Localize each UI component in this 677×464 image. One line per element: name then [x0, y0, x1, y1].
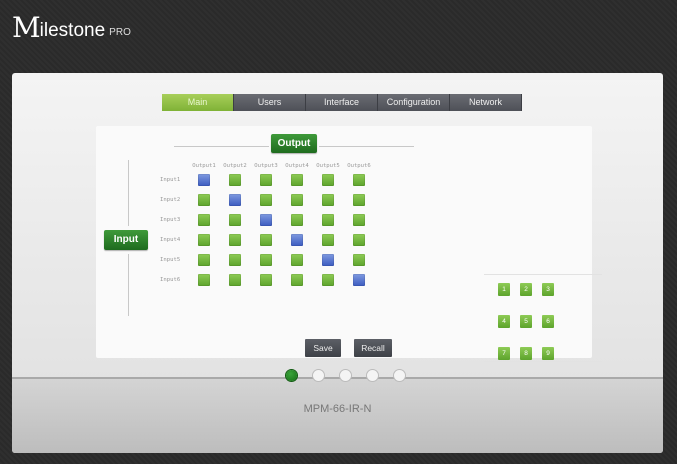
route-cell[interactable] — [198, 214, 210, 226]
divider — [128, 254, 129, 316]
output-column-label: Output3 — [254, 163, 278, 169]
input-row-label: Input6 — [160, 277, 181, 283]
route-cell[interactable] — [291, 194, 303, 206]
page-dot[interactable] — [313, 370, 324, 381]
preset-button[interactable]: 8 — [520, 347, 532, 360]
page-dot[interactable] — [367, 370, 378, 381]
tab-users[interactable]: Users — [234, 94, 306, 111]
preset-grid: 123 456 789 — [484, 274, 602, 362]
route-cell[interactable] — [198, 254, 210, 266]
route-cell[interactable] — [291, 214, 303, 226]
model-name: MPM-66-IR-N — [303, 403, 372, 415]
route-cell[interactable] — [260, 274, 272, 286]
route-cell[interactable] — [260, 254, 272, 266]
route-cell[interactable] — [322, 234, 334, 246]
input-row-label: Input1 — [160, 177, 181, 183]
input-row-label: Input5 — [160, 257, 181, 263]
preset-button[interactable]: 6 — [542, 315, 554, 328]
route-cell[interactable] — [229, 194, 241, 206]
preset-button[interactable]: 7 — [498, 347, 510, 360]
logo-suffix: PRO — [109, 27, 131, 38]
route-cell[interactable] — [291, 234, 303, 246]
route-cell[interactable] — [260, 194, 272, 206]
route-cell[interactable] — [353, 254, 365, 266]
page-dot[interactable] — [394, 370, 405, 381]
route-cell[interactable] — [229, 174, 241, 186]
input-button[interactable]: Input — [104, 230, 148, 250]
output-column-label: Output4 — [285, 163, 309, 169]
route-cell[interactable] — [260, 234, 272, 246]
input-row-label: Input2 — [160, 197, 181, 203]
route-cell[interactable] — [291, 254, 303, 266]
preset-button[interactable]: 4 — [498, 315, 510, 328]
route-cell[interactable] — [353, 234, 365, 246]
input-row-label: Input4 — [160, 237, 181, 243]
divider — [128, 160, 129, 226]
tab-main[interactable]: Main — [162, 94, 234, 111]
route-cell[interactable] — [229, 254, 241, 266]
route-cell[interactable] — [322, 274, 334, 286]
recall-button[interactable]: Recall — [354, 339, 392, 357]
route-cell[interactable] — [229, 274, 241, 286]
nav-tabs: Main Users Interface Configuration Netwo… — [162, 94, 522, 111]
route-cell[interactable] — [229, 214, 241, 226]
preset-button[interactable]: 9 — [542, 347, 554, 360]
output-button[interactable]: Output — [271, 134, 317, 153]
route-cell[interactable] — [229, 234, 241, 246]
tab-network[interactable]: Network — [450, 94, 522, 111]
main-panel: Main Users Interface Configuration Netwo… — [12, 73, 663, 453]
route-cell[interactable] — [198, 274, 210, 286]
route-cell[interactable] — [291, 174, 303, 186]
tab-interface[interactable]: Interface — [306, 94, 378, 111]
footer-panel — [12, 379, 663, 453]
divider — [174, 146, 269, 147]
route-cell[interactable] — [322, 194, 334, 206]
route-cell[interactable] — [353, 174, 365, 186]
route-cell[interactable] — [198, 234, 210, 246]
route-cell[interactable] — [353, 274, 365, 286]
page-dot[interactable] — [286, 370, 297, 381]
output-column-label: Output6 — [347, 163, 371, 169]
output-column-label: Output5 — [316, 163, 340, 169]
tab-configuration[interactable]: Configuration — [378, 94, 450, 111]
route-cell[interactable] — [291, 274, 303, 286]
route-cell[interactable] — [322, 214, 334, 226]
preset-button[interactable]: 5 — [520, 315, 532, 328]
preset-button[interactable]: 1 — [498, 283, 510, 296]
logo-name: ilestone — [39, 20, 106, 41]
input-row-label: Input3 — [160, 217, 181, 223]
logo-mark: M — [12, 11, 41, 44]
route-cell[interactable] — [260, 174, 272, 186]
brand-logo: M ilestone PRO — [12, 14, 131, 42]
route-cell[interactable] — [322, 254, 334, 266]
route-cell[interactable] — [198, 174, 210, 186]
route-cell[interactable] — [322, 174, 334, 186]
route-cell[interactable] — [353, 214, 365, 226]
preset-button[interactable]: 2 — [520, 283, 532, 296]
output-column-label: Output1 — [192, 163, 216, 169]
preset-button[interactable]: 3 — [542, 283, 554, 296]
route-cell[interactable] — [198, 194, 210, 206]
divider — [319, 146, 414, 147]
route-cell[interactable] — [353, 194, 365, 206]
page-dot[interactable] — [340, 370, 351, 381]
save-button[interactable]: Save — [305, 339, 341, 357]
output-column-label: Output2 — [223, 163, 247, 169]
route-cell[interactable] — [260, 214, 272, 226]
